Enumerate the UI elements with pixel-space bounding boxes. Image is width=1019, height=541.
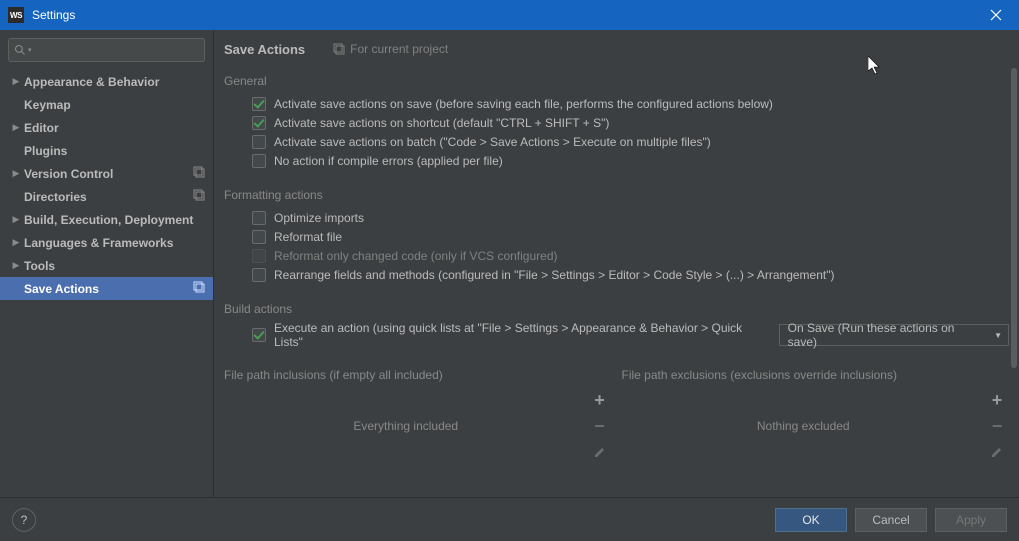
quick-list-select[interactable]: On Save (Run these actions on save) ▼ <box>779 324 1009 346</box>
sidebar-item-directories[interactable]: Directories <box>0 185 213 208</box>
checkbox-label: Reformat file <box>274 230 342 244</box>
project-scope-icon <box>193 281 205 296</box>
select-value: On Save (Run these actions on save) <box>788 321 984 349</box>
scope-label: For current project <box>333 42 448 56</box>
titlebar: WS Settings <box>0 0 1019 30</box>
exclusions-label: File path exclusions (exclusions overrid… <box>622 368 1010 382</box>
sidebar-item-label: Directories <box>24 190 193 204</box>
checkbox-row[interactable]: Activate save actions on batch ("Code > … <box>224 132 1009 151</box>
settings-tree: ▶ Appearance & Behavior Keymap ▶ Editor … <box>0 70 213 497</box>
chevron-right-icon: ▶ <box>8 168 24 179</box>
checkbox-row[interactable]: Optimize imports <box>224 208 1009 227</box>
add-inclusion-button[interactable]: + <box>592 392 608 408</box>
checkbox-label: No action if compile errors (applied per… <box>274 154 503 168</box>
chevron-right-icon: ▶ <box>8 237 24 248</box>
checkbox[interactable] <box>252 328 266 342</box>
sidebar-item-tools[interactable]: ▶ Tools <box>0 254 213 277</box>
checkbox-label: Execute an action (using quick lists at … <box>274 321 767 349</box>
exclusions-empty-text: Nothing excluded <box>757 419 850 433</box>
add-exclusion-button[interactable]: + <box>989 392 1005 408</box>
search-options-icon[interactable]: ▾ <box>28 46 32 54</box>
checkbox-row[interactable]: Activate save actions on shortcut (defau… <box>224 113 1009 132</box>
breadcrumb: Save Actions <box>224 42 305 57</box>
chevron-right-icon: ▶ <box>8 260 24 271</box>
sidebar-item-label: Editor <box>24 121 205 135</box>
remove-inclusion-button[interactable]: − <box>592 418 608 434</box>
checkbox-row[interactable]: Activate save actions on save (before sa… <box>224 94 1009 113</box>
checkbox-label: Activate save actions on shortcut (defau… <box>274 116 609 130</box>
sidebar: ▾ ▶ Appearance & Behavior Keymap ▶ Edito… <box>0 30 214 497</box>
section-general-title: General <box>224 74 1009 88</box>
apply-button[interactable]: Apply <box>935 508 1007 532</box>
sidebar-item-label: Build, Execution, Deployment <box>24 213 205 227</box>
search-input-wrap[interactable]: ▾ <box>8 38 205 62</box>
checkbox-label: Reformat only changed code (only if VCS … <box>274 249 557 263</box>
search-icon <box>14 44 26 56</box>
checkbox[interactable] <box>252 97 266 111</box>
window-title: Settings <box>32 8 981 22</box>
project-scope-icon <box>333 43 345 55</box>
sidebar-item-editor[interactable]: ▶ Editor <box>0 116 213 139</box>
remove-exclusion-button[interactable]: − <box>989 418 1005 434</box>
chevron-right-icon: ▶ <box>8 122 24 133</box>
checkbox[interactable] <box>252 135 266 149</box>
main-header: Save Actions For current project <box>214 30 1019 68</box>
checkbox[interactable] <box>252 116 266 130</box>
sidebar-item-keymap[interactable]: Keymap <box>0 93 213 116</box>
sidebar-item-languages-frameworks[interactable]: ▶ Languages & Frameworks <box>0 231 213 254</box>
sidebar-item-label: Keymap <box>24 98 205 112</box>
search-input[interactable] <box>33 43 204 57</box>
checkbox-label: Activate save actions on batch ("Code > … <box>274 135 711 149</box>
project-scope-icon <box>193 166 205 181</box>
inclusions-list[interactable]: Everything included <box>224 388 588 464</box>
scrollbar-thumb[interactable] <box>1011 68 1017 368</box>
chevron-right-icon: ▶ <box>8 214 24 225</box>
close-icon <box>990 9 1002 21</box>
sidebar-item-appearance-behavior[interactable]: ▶ Appearance & Behavior <box>0 70 213 93</box>
inclusions-label: File path inclusions (if empty all inclu… <box>224 368 612 382</box>
checkbox-row: Reformat only changed code (only if VCS … <box>224 246 1009 265</box>
pencil-icon <box>991 446 1003 458</box>
sidebar-item-version-control[interactable]: ▶ Version Control <box>0 162 213 185</box>
checkbox-label: Rearrange fields and methods (configured… <box>274 268 834 282</box>
main-scrollbar[interactable] <box>1011 68 1017 368</box>
help-button[interactable]: ? <box>12 508 36 532</box>
cancel-button[interactable]: Cancel <box>855 508 927 532</box>
project-scope-icon <box>193 189 205 204</box>
edit-exclusion-button[interactable] <box>989 444 1005 460</box>
checkbox-label: Activate save actions on save (before sa… <box>274 97 773 111</box>
checkbox-row[interactable]: No action if compile errors (applied per… <box>224 151 1009 170</box>
ok-button[interactable]: OK <box>775 508 847 532</box>
chevron-right-icon: ▶ <box>8 76 24 87</box>
checkbox[interactable] <box>252 211 266 225</box>
inclusions-empty-text: Everything included <box>353 419 458 433</box>
checkbox[interactable] <box>252 230 266 244</box>
sidebar-item-build-execution-deployment[interactable]: ▶ Build, Execution, Deployment <box>0 208 213 231</box>
pencil-icon <box>594 446 606 458</box>
section-formatting-title: Formatting actions <box>224 188 1009 202</box>
sidebar-item-plugins[interactable]: Plugins <box>0 139 213 162</box>
checkbox-label: Optimize imports <box>274 211 364 225</box>
settings-main: Save Actions For current project General… <box>214 30 1019 497</box>
sidebar-item-label: Languages & Frameworks <box>24 236 205 250</box>
sidebar-item-label: Appearance & Behavior <box>24 75 205 89</box>
checkbox[interactable] <box>252 268 266 282</box>
checkbox <box>252 249 266 263</box>
checkbox-row[interactable]: Reformat file <box>224 227 1009 246</box>
sidebar-item-label: Plugins <box>24 144 205 158</box>
sidebar-item-save-actions[interactable]: Save Actions <box>0 277 213 300</box>
checkbox-row[interactable]: Execute an action (using quick lists at … <box>224 322 1009 348</box>
window-close-button[interactable] <box>981 0 1011 30</box>
exclusions-list[interactable]: Nothing excluded <box>622 388 986 464</box>
sidebar-item-label: Tools <box>24 259 205 273</box>
edit-inclusion-button[interactable] <box>592 444 608 460</box>
checkbox[interactable] <box>252 154 266 168</box>
sidebar-item-label: Version Control <box>24 167 193 181</box>
app-icon: WS <box>8 7 24 23</box>
dialog-footer: ? OK Cancel Apply <box>0 497 1019 541</box>
checkbox-row[interactable]: Rearrange fields and methods (configured… <box>224 265 1009 284</box>
chevron-down-icon: ▼ <box>994 331 1002 340</box>
section-build-title: Build actions <box>224 302 1009 316</box>
sidebar-item-label: Save Actions <box>24 282 193 296</box>
